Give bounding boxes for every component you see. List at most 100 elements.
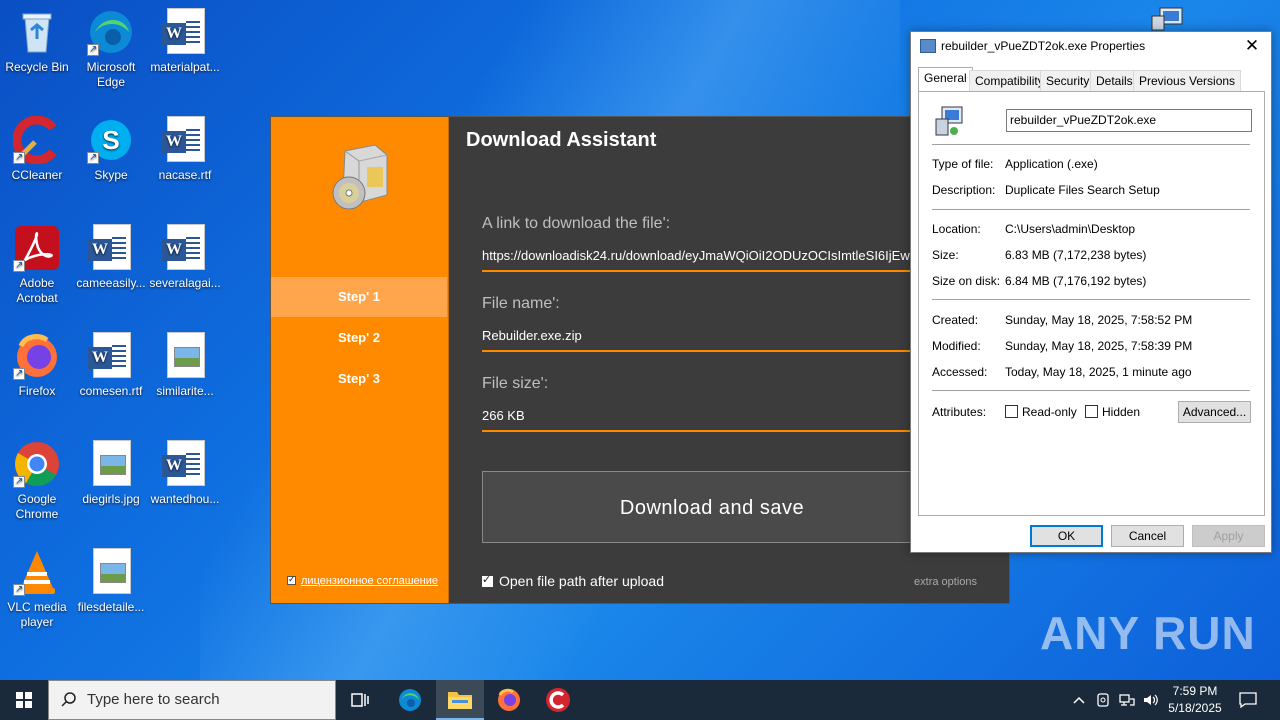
shortcut-arrow-icon bbox=[13, 258, 25, 273]
tray-network-button[interactable] bbox=[1116, 680, 1138, 720]
edge-icon bbox=[87, 8, 135, 57]
step-3-tab[interactable]: Step' 3 bbox=[271, 359, 447, 399]
tab-previous-versions[interactable]: Previous Versions bbox=[1133, 70, 1242, 91]
network-computer-icon bbox=[1150, 6, 1184, 32]
taskbar: Type here to search 7:59 PM 5/18/2025 bbox=[0, 680, 1280, 720]
shortcut-arrow-icon bbox=[87, 150, 99, 165]
download-and-save-button[interactable]: Download and save bbox=[482, 471, 942, 543]
file-size-label: File size': bbox=[482, 375, 549, 392]
desktop-icon-vlc[interactable]: VLC media player bbox=[0, 548, 74, 630]
tray-volume-button[interactable] bbox=[1140, 680, 1162, 720]
desktop-icon-firefox[interactable]: Firefox bbox=[0, 332, 74, 399]
ccleaner-icon bbox=[546, 688, 570, 712]
step-1-tab[interactable]: Step' 1 bbox=[271, 277, 447, 317]
desktop-icon-adobe-acrobat[interactable]: Adobe Acrobat bbox=[0, 224, 74, 306]
desktop-icon-label: VLC media player bbox=[7, 600, 67, 629]
folder-icon bbox=[448, 692, 472, 709]
desktop-icon-microsoft-edge[interactable]: Microsoft Edge bbox=[74, 8, 148, 90]
desktop-icon-filesdetaile[interactable]: filesdetaile... bbox=[74, 548, 148, 615]
search-icon bbox=[61, 692, 76, 707]
desktop-icon-label: severalagai... bbox=[149, 276, 221, 290]
image-file-icon bbox=[161, 332, 209, 380]
taskbar-firefox-button[interactable] bbox=[485, 680, 533, 720]
taskbar-ccleaner-button[interactable] bbox=[534, 680, 582, 720]
open-path-checkbox[interactable] bbox=[482, 573, 493, 587]
dialog-titlebar[interactable]: rebuilder_vPueZDT2ok.exe Properties ✕ bbox=[911, 32, 1271, 60]
desktop-icon-label: Microsoft Edge bbox=[86, 60, 136, 89]
task-view-button[interactable] bbox=[336, 680, 384, 720]
start-button[interactable] bbox=[0, 680, 48, 720]
hidden-option[interactable]: Hidden bbox=[1085, 405, 1140, 419]
readonly-label: Read-only bbox=[1022, 405, 1077, 419]
file-name-input[interactable]: rebuilder_vPueZDT2ok.exe bbox=[1006, 109, 1252, 132]
hidden-checkbox[interactable] bbox=[1085, 405, 1098, 418]
desktop-icon-wantedhou[interactable]: W wantedhou... bbox=[148, 440, 222, 507]
taskbar-search-box[interactable]: Type here to search bbox=[48, 680, 336, 720]
tab-compatibility[interactable]: Compatibility bbox=[969, 70, 1050, 91]
modified-value: Sunday, May 18, 2025, 7:58:39 PM bbox=[1005, 339, 1193, 353]
taskbar-file-explorer-button[interactable] bbox=[436, 680, 484, 720]
extra-options-link[interactable]: extra options bbox=[914, 576, 977, 588]
desktop-icon-nacase[interactable]: W nacase.rtf bbox=[148, 116, 222, 183]
clock-time: 7:59 PM bbox=[1172, 684, 1218, 698]
size-value: 6.83 MB (7,172,238 bytes) bbox=[1005, 248, 1147, 262]
shortcut-arrow-icon bbox=[13, 366, 25, 381]
license-link-text[interactable]: лицензионное соглашение bbox=[301, 575, 438, 587]
desktop-icon-comesen[interactable]: W comesen.rtf bbox=[74, 332, 148, 399]
show-hidden-icons-button[interactable] bbox=[1068, 680, 1090, 720]
license-agreement-link[interactable]: лицензионное соглашение bbox=[287, 574, 438, 587]
taskbar-clock[interactable]: 7:59 PM 5/18/2025 bbox=[1160, 683, 1230, 717]
clock-date: 5/18/2025 bbox=[1168, 701, 1222, 715]
desktop-icon-label: similarite... bbox=[156, 384, 214, 398]
firefox-icon bbox=[13, 332, 61, 381]
desktop-icon-diegirls[interactable]: diegirls.jpg bbox=[74, 440, 148, 507]
desktop-icon-google-chrome[interactable]: Google Chrome bbox=[0, 440, 74, 522]
notifications-button[interactable] bbox=[1234, 680, 1262, 720]
readonly-option[interactable]: Read-only bbox=[1005, 405, 1077, 419]
cancel-button[interactable]: Cancel bbox=[1111, 525, 1184, 547]
word-document-icon: W bbox=[161, 8, 209, 56]
tab-general[interactable]: General bbox=[918, 67, 973, 91]
ok-button[interactable]: OK bbox=[1030, 525, 1103, 547]
firefox-icon bbox=[498, 688, 520, 711]
link-label: A link to download the file': bbox=[482, 215, 671, 232]
desktop-icon-recycle-bin[interactable]: Recycle Bin bbox=[0, 8, 74, 75]
desktop-icon-ccleaner[interactable]: CCleaner bbox=[0, 115, 74, 183]
license-checkbox[interactable] bbox=[287, 574, 296, 585]
recycle-bin-icon bbox=[13, 8, 61, 56]
desktop-icon-label: wantedhou... bbox=[150, 492, 220, 506]
image-file-icon bbox=[87, 440, 135, 488]
accessed-label: Accessed: bbox=[932, 365, 988, 379]
location-label: Location: bbox=[932, 222, 981, 236]
desktop-icon-label: CCleaner bbox=[11, 168, 63, 182]
close-icon[interactable]: ✕ bbox=[1239, 32, 1265, 60]
divider bbox=[932, 144, 1250, 145]
exe-file-icon bbox=[920, 39, 936, 53]
desktop-icon-severalagai[interactable]: W severalagai... bbox=[148, 224, 222, 291]
taskbar-edge-button[interactable] bbox=[386, 680, 434, 720]
type-value: Application (.exe) bbox=[1005, 157, 1098, 171]
desktop-icon-cameeasily[interactable]: W cameeasily... bbox=[74, 224, 148, 291]
desktop-icon-similarite[interactable]: similarite... bbox=[148, 332, 222, 399]
readonly-checkbox[interactable] bbox=[1005, 405, 1018, 418]
step-2-tab[interactable]: Step' 2 bbox=[271, 318, 447, 358]
tab-security[interactable]: Security bbox=[1040, 70, 1096, 91]
advanced-button[interactable]: Advanced... bbox=[1178, 401, 1251, 423]
network-icon bbox=[1119, 694, 1135, 706]
file-properties-dialog: rebuilder_vPueZDT2ok.exe Properties ✕ Ge… bbox=[910, 31, 1272, 553]
shortcut-arrow-icon bbox=[13, 150, 25, 165]
word-document-icon: W bbox=[161, 116, 209, 164]
chevron-up-icon bbox=[1073, 696, 1085, 704]
apply-button[interactable]: Apply bbox=[1192, 525, 1265, 547]
desktop-icon-label: materialpat... bbox=[150, 60, 220, 74]
accessed-value: Today, May 18, 2025, 1 minute ago bbox=[1005, 365, 1192, 379]
tab-details[interactable]: Details bbox=[1090, 70, 1139, 91]
software-box-icon bbox=[323, 141, 399, 217]
tray-device-button[interactable] bbox=[1092, 680, 1114, 720]
desktop-icon-label: Adobe Acrobat bbox=[16, 276, 58, 305]
open-file-path-option[interactable]: Open file path after upload bbox=[482, 573, 664, 589]
assistant-title: Download Assistant bbox=[466, 129, 657, 151]
desktop-icon-skype[interactable]: S Skype bbox=[74, 116, 148, 183]
desktop-icon-materialpat[interactable]: W materialpat... bbox=[148, 8, 222, 75]
desktop-icon-label: Firefox bbox=[18, 384, 56, 398]
